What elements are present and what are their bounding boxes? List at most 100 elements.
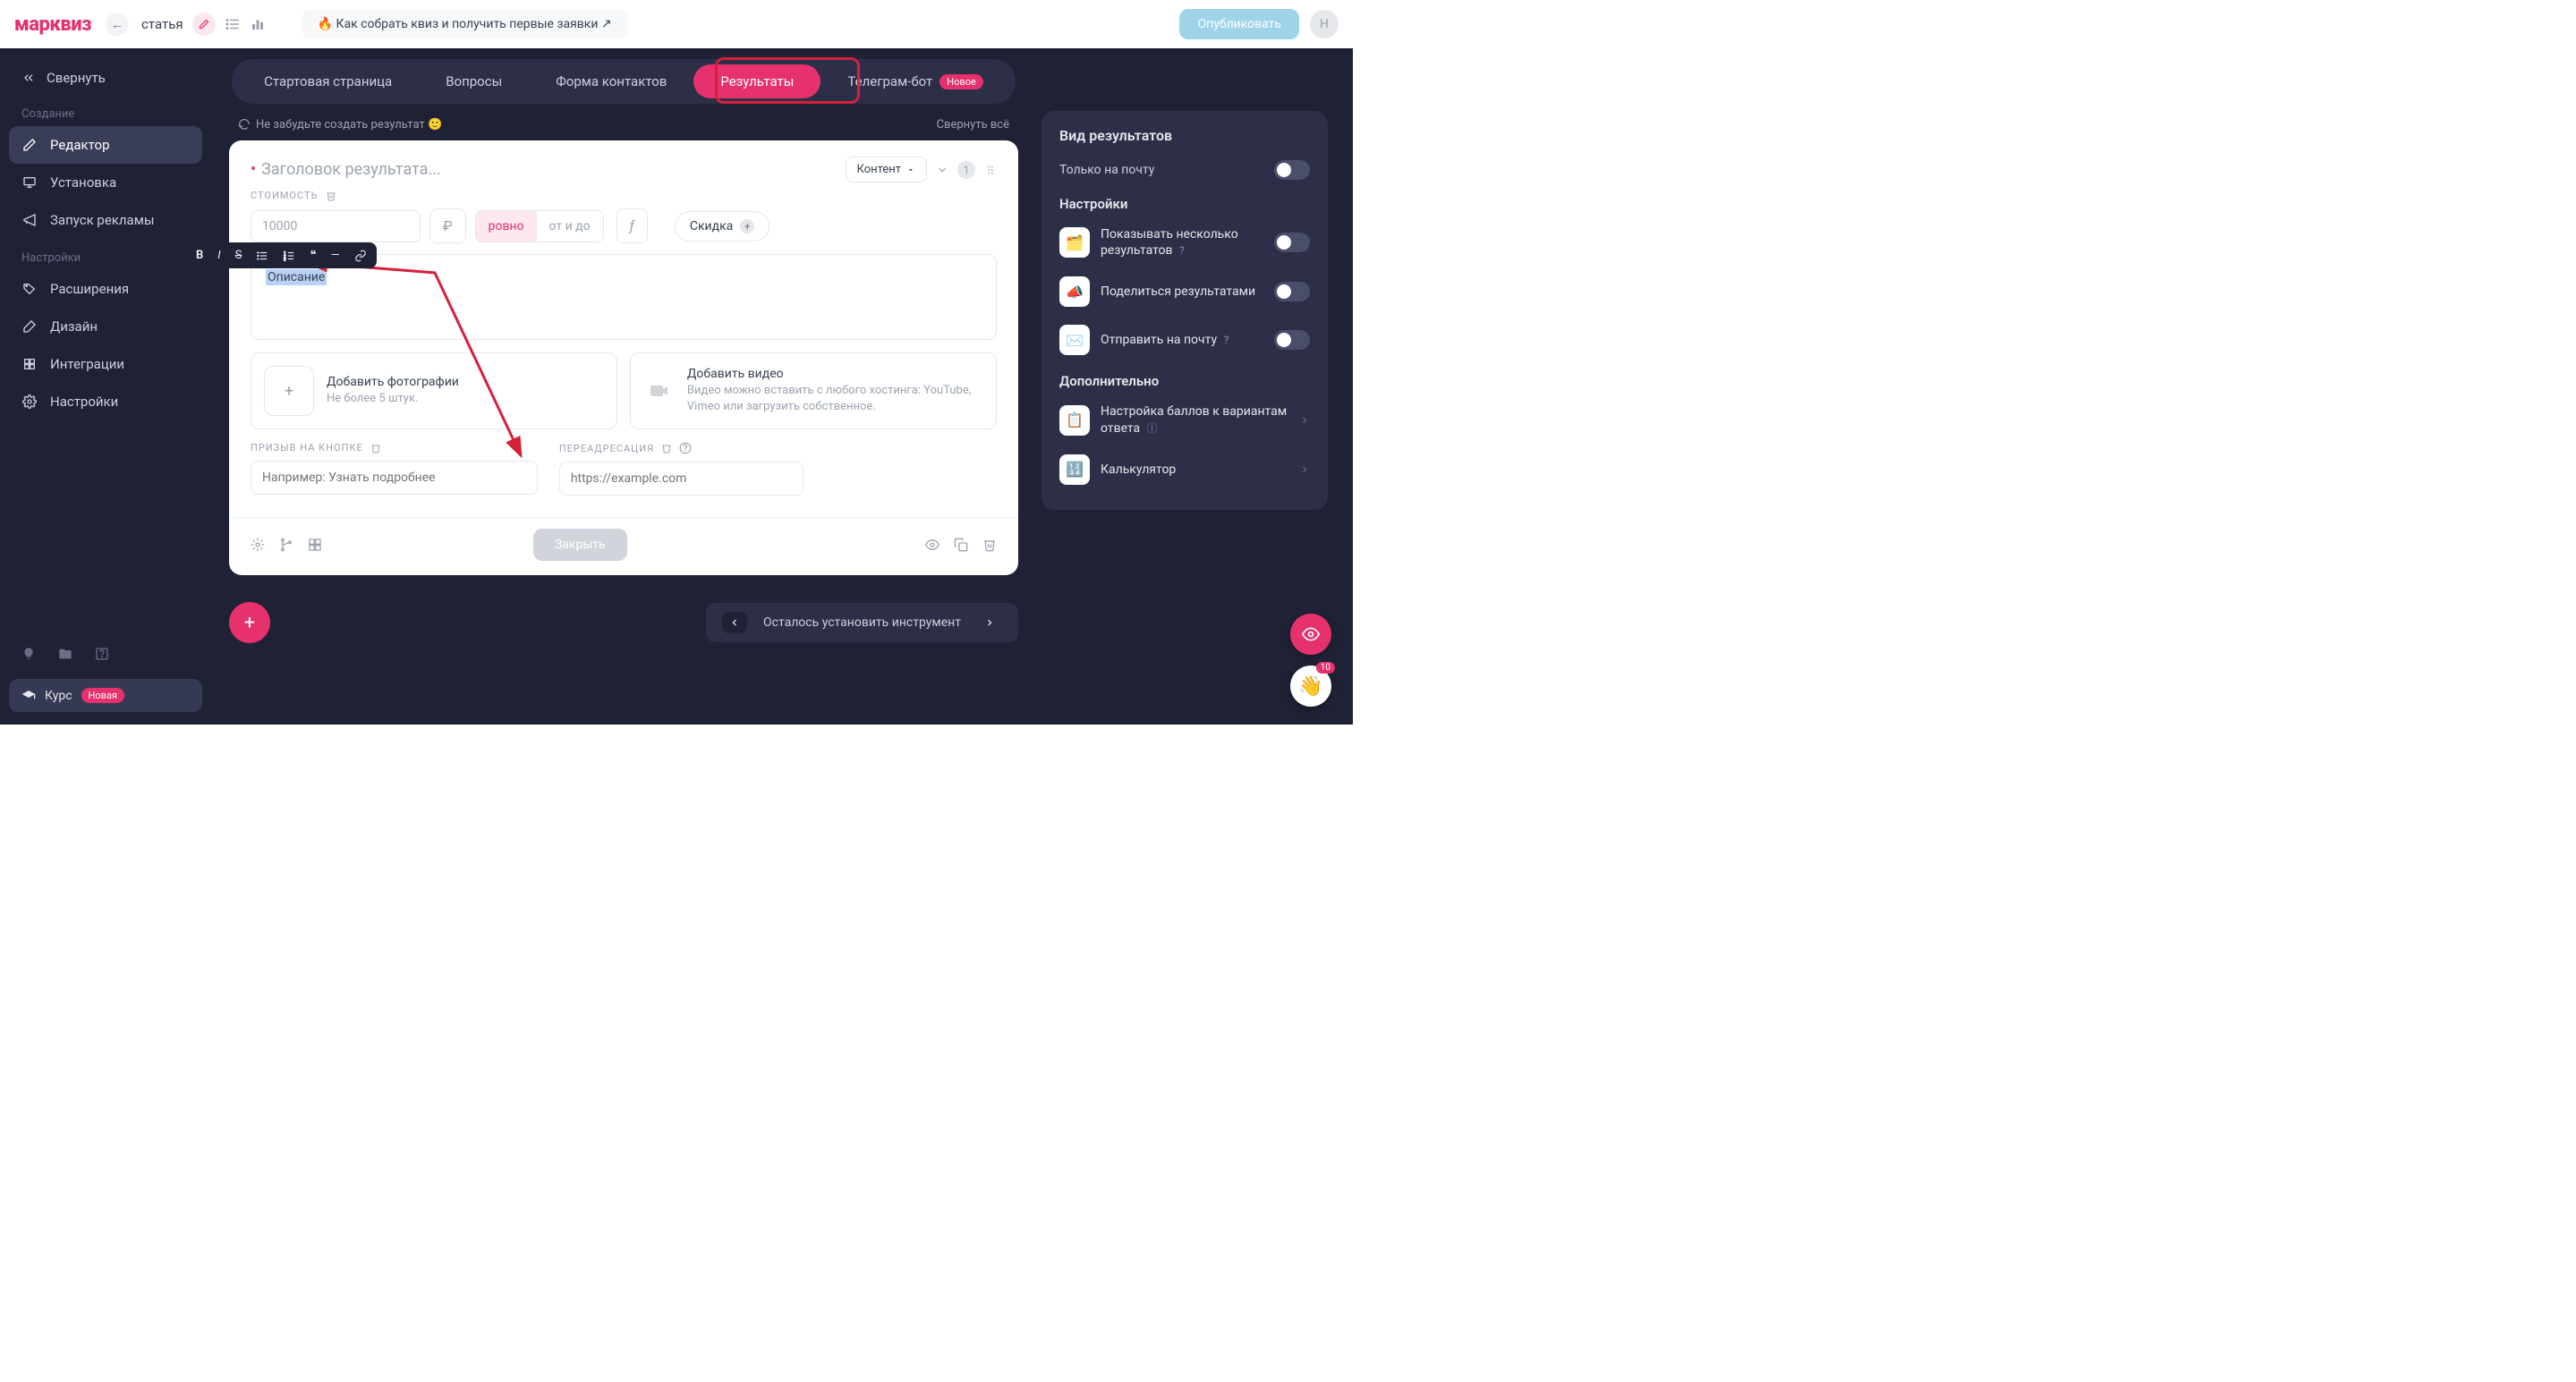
trash-icon[interactable] (982, 538, 997, 552)
cost-label: СТОИМОСТЬ (251, 190, 319, 201)
support-float-button[interactable]: 👋 10 (1290, 666, 1331, 707)
document-title: статья (141, 16, 183, 32)
course-label: Курс (45, 689, 72, 703)
strike-button[interactable]: S (233, 247, 245, 264)
close-button[interactable]: Закрыть (533, 529, 627, 561)
collapse-sidebar[interactable]: Свернуть (9, 61, 202, 95)
help-icon[interactable]: ? (1179, 244, 1185, 257)
email-only-label: Только на почту (1059, 163, 1154, 177)
collapse-all-button[interactable]: Свернуть всё (937, 118, 1009, 131)
grid-icon[interactable] (308, 538, 322, 552)
show-multiple-toggle[interactable] (1274, 233, 1310, 252)
lightbulb-icon[interactable] (21, 647, 36, 661)
ordered-list-button[interactable]: 123 (280, 248, 298, 264)
sidebar-item-settings[interactable]: Настройки (9, 383, 202, 420)
scores-label: Настройка баллов к вариантам ответа (1101, 404, 1287, 435)
scores-settings-row[interactable]: 📋 Настройка баллов к вариантам ответа ⓘ (1059, 394, 1310, 445)
add-result-button[interactable]: + (229, 602, 270, 643)
eye-icon[interactable] (925, 538, 939, 552)
result-title-input[interactable]: • Заголовок результата... (251, 160, 837, 179)
trash-icon[interactable] (326, 191, 336, 201)
sidebar-item-ads[interactable]: Запуск рекламы (9, 201, 202, 239)
cost-mode-range[interactable]: от и до (537, 211, 603, 242)
sidebar-item-install[interactable]: Установка (9, 164, 202, 201)
calculator-label: Калькулятор (1101, 462, 1288, 478)
branch-icon[interactable] (279, 538, 293, 552)
discount-button[interactable]: Скидка + (675, 211, 769, 242)
help-icon[interactable] (95, 647, 109, 661)
view-heading: Вид результатов (1059, 127, 1310, 144)
video-title: Добавить видео (687, 367, 983, 381)
share-label: Поделиться результатами (1101, 284, 1263, 300)
chevron-down-icon[interactable] (936, 164, 948, 176)
info-icon: ⓘ (1147, 422, 1158, 435)
sidebar-item-label: Интеграции (50, 356, 124, 372)
sidebar-item-integrations[interactable]: Интеграции (9, 345, 202, 383)
content-dropdown[interactable]: Контент (846, 157, 927, 182)
prev-step-button[interactable] (722, 612, 747, 633)
promo-banner[interactable]: 🔥 Как собрать квиз и получить первые зая… (302, 10, 628, 38)
publish-button[interactable]: Опубликовать (1179, 9, 1299, 39)
cta-input[interactable] (251, 461, 538, 495)
add-video-box[interactable]: Добавить видео Видео можно вставить с лю… (630, 352, 997, 429)
drag-handle-icon[interactable] (984, 164, 997, 176)
tab-telegram-bot[interactable]: Телеграм-бот Новое (820, 64, 1009, 98)
multiple-results-icon: 🗂️ (1059, 227, 1090, 258)
currency-select[interactable]: ₽ (429, 208, 466, 243)
add-photos-box[interactable]: + Добавить фотографии Не более 5 штук. (251, 352, 617, 429)
sidebar-item-extensions[interactable]: Расширения (9, 270, 202, 308)
hint-create-result: Не забудьте создать результат 🙂 (238, 118, 442, 131)
cost-input[interactable] (251, 210, 421, 242)
send-email-toggle[interactable] (1274, 330, 1310, 350)
scores-icon: 📋 (1059, 405, 1090, 436)
help-icon[interactable] (679, 442, 692, 454)
video-subtitle: Видео можно вставить с любого хостинга: … (687, 383, 983, 414)
tab-contact-form[interactable]: Форма контактов (529, 64, 693, 98)
trash-icon[interactable] (661, 443, 672, 454)
calculator-row[interactable]: 🔢 Калькулятор (1059, 445, 1310, 494)
next-step-button[interactable] (977, 612, 1002, 633)
bold-button[interactable]: B (193, 247, 206, 264)
editor-tabs: Стартовая страница Вопросы Форма контакт… (232, 59, 1016, 104)
formula-button[interactable]: ƒ (616, 208, 648, 243)
bullet-list-button[interactable] (253, 248, 271, 264)
photos-title: Добавить фотографии (327, 375, 459, 389)
help-icon[interactable]: ? (1224, 334, 1229, 346)
stats-icon[interactable] (250, 16, 266, 32)
cost-mode-exact[interactable]: ровно (476, 211, 537, 242)
list-icon[interactable] (225, 16, 241, 32)
sidebar-item-label: Установка (50, 174, 116, 191)
email-only-toggle[interactable] (1274, 160, 1310, 180)
new-badge: Новая (81, 688, 124, 703)
tab-results[interactable]: Результаты (693, 64, 820, 98)
folder-plus-icon[interactable] (57, 647, 73, 661)
graduation-cap-icon (21, 689, 36, 703)
send-email-label: Отправить на почту (1101, 333, 1217, 347)
back-button[interactable]: ← (106, 13, 129, 36)
gear-icon[interactable] (251, 538, 265, 552)
tab-questions[interactable]: Вопросы (419, 64, 529, 98)
link-button[interactable] (352, 248, 370, 264)
brush-icon (21, 319, 38, 334)
sidebar-item-editor[interactable]: Редактор (9, 126, 202, 164)
chevrons-left-icon (21, 71, 36, 85)
share-toggle[interactable] (1274, 282, 1310, 301)
notification-badge: 10 (1316, 662, 1335, 674)
plus-icon: + (740, 219, 754, 233)
preview-float-button[interactable] (1290, 614, 1331, 655)
copy-icon[interactable] (954, 538, 968, 552)
quote-button[interactable]: ❝ (307, 247, 319, 264)
gear-icon (21, 394, 38, 409)
avatar[interactable]: Н (1310, 10, 1339, 38)
trash-icon[interactable] (370, 443, 381, 454)
redirect-label: ПЕРЕАДРЕСАЦИЯ (559, 443, 654, 454)
tab-start-page[interactable]: Стартовая страница (237, 64, 419, 98)
course-button[interactable]: Курс Новая (9, 679, 202, 712)
hr-button[interactable]: — (327, 247, 342, 264)
edit-icon[interactable] (192, 13, 216, 36)
redirect-input[interactable] (559, 462, 803, 496)
rich-text-toolbar: B I S 123 ❝ — (186, 242, 377, 268)
italic-button[interactable]: I (215, 247, 223, 264)
sidebar-item-design[interactable]: Дизайн (9, 308, 202, 345)
sidebar-item-label: Настройки (50, 394, 118, 410)
